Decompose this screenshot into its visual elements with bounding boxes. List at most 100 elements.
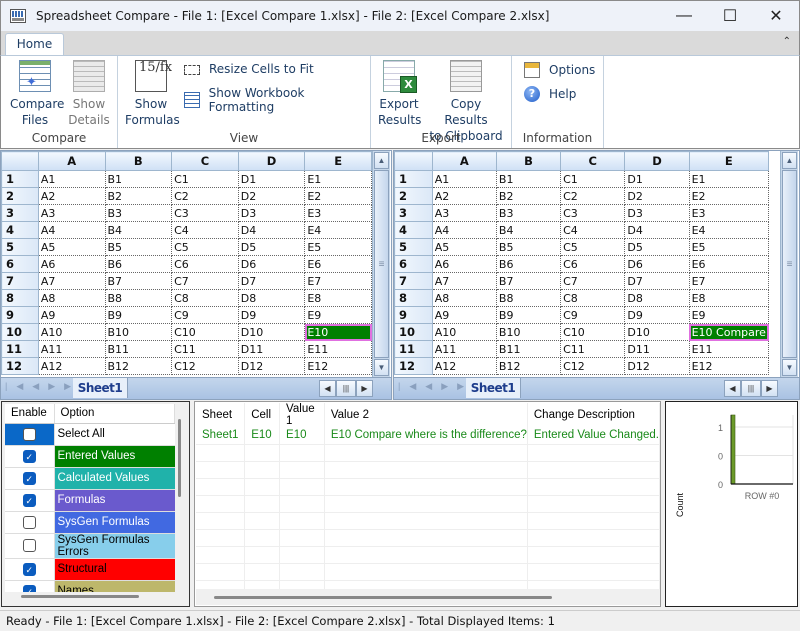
- cell-c2[interactable]: C2: [171, 187, 239, 205]
- cell-b4[interactable]: B4: [104, 221, 173, 239]
- row-header[interactable]: 9: [1, 306, 39, 324]
- cell-a4[interactable]: A4: [37, 221, 106, 239]
- result-cell[interactable]: E10: [244, 427, 281, 445]
- enable-checkbox[interactable]: ✓: [22, 493, 36, 507]
- cell-b7[interactable]: B7: [104, 272, 173, 290]
- row-header[interactable]: 2: [1, 187, 39, 205]
- cell-a9[interactable]: A9: [431, 306, 497, 324]
- row-header[interactable]: 2: [394, 187, 433, 205]
- scroll-down-arrow[interactable]: ▼: [782, 359, 797, 376]
- cell-b3[interactable]: B3: [104, 204, 173, 222]
- enable-cell[interactable]: [5, 423, 55, 446]
- cell-d7[interactable]: D7: [624, 272, 690, 290]
- cell-a6[interactable]: A6: [37, 255, 106, 273]
- cell-e5[interactable]: E5: [304, 238, 372, 256]
- results-header-value2[interactable]: Value 2: [324, 403, 528, 427]
- show-formulas-button[interactable]: 15/fx Show Formulas: [125, 60, 180, 128]
- hscroll-thumb[interactable]: |||: [336, 380, 356, 397]
- cell-b1[interactable]: B1: [104, 170, 173, 188]
- highlighted-diff-cell[interactable]: E10 Compare: [688, 323, 770, 341]
- cell-e7[interactable]: E7: [304, 272, 372, 290]
- row-header[interactable]: 3: [394, 204, 433, 222]
- cell-d7[interactable]: D7: [237, 272, 306, 290]
- cell-c3[interactable]: C3: [171, 204, 239, 222]
- row-header[interactable]: 1: [394, 170, 433, 188]
- result-cell[interactable]: Sheet1: [196, 427, 246, 445]
- row-header[interactable]: 8: [1, 289, 39, 307]
- file2-vertical-scrollbar[interactable]: ▲ ≡ ▼: [780, 151, 798, 378]
- results-header-change-description[interactable]: Change Description: [527, 403, 660, 427]
- row-header[interactable]: 12: [394, 357, 433, 375]
- enable-cell[interactable]: ✓: [5, 580, 55, 592]
- cell-a7[interactable]: A7: [37, 272, 106, 290]
- cell-a8[interactable]: A8: [37, 289, 106, 307]
- grid-corner[interactable]: [1, 151, 39, 171]
- cell-d2[interactable]: D2: [237, 187, 306, 205]
- enable-checkbox[interactable]: ✓: [22, 449, 36, 463]
- options-vertical-scrollbar[interactable]: [178, 419, 181, 497]
- enable-column-header[interactable]: Enable: [5, 404, 55, 424]
- cell-d12[interactable]: D12: [237, 357, 306, 375]
- cell-d8[interactable]: D8: [237, 289, 306, 307]
- cell-a12[interactable]: A12: [431, 357, 497, 375]
- cell-d2[interactable]: D2: [624, 187, 690, 205]
- cell-c4[interactable]: C4: [560, 221, 626, 239]
- cell-b6[interactable]: B6: [495, 255, 562, 273]
- close-button[interactable]: ✕: [753, 1, 799, 31]
- cell-a5[interactable]: A5: [37, 238, 106, 256]
- result-cell[interactable]: E10: [279, 427, 325, 445]
- prev-sheet-icon[interactable]: ◀: [32, 381, 48, 391]
- scroll-left-arrow[interactable]: ◀: [724, 380, 741, 397]
- cell-c11[interactable]: C11: [560, 340, 626, 358]
- compare-files-button[interactable]: Compare Files: [10, 60, 64, 128]
- cell-e7[interactable]: E7: [688, 272, 770, 290]
- cell-a10[interactable]: A10: [431, 323, 497, 341]
- cell-d4[interactable]: D4: [624, 221, 690, 239]
- row-header[interactable]: 1: [1, 170, 39, 188]
- cell-b5[interactable]: B5: [104, 238, 173, 256]
- enable-cell[interactable]: ✓: [5, 467, 55, 490]
- cell-e5[interactable]: E5: [688, 238, 770, 256]
- cell-d3[interactable]: D3: [624, 204, 690, 222]
- cell-d10[interactable]: D10: [624, 323, 690, 341]
- cell-d1[interactable]: D1: [624, 170, 690, 188]
- row-header[interactable]: 4: [394, 221, 433, 239]
- cell-a2[interactable]: A2: [37, 187, 106, 205]
- cell-a7[interactable]: A7: [431, 272, 497, 290]
- cell-c7[interactable]: C7: [171, 272, 239, 290]
- cell-b2[interactable]: B2: [495, 187, 562, 205]
- cell-d5[interactable]: D5: [237, 238, 306, 256]
- cell-e8[interactable]: E8: [688, 289, 770, 307]
- cell-b12[interactable]: B12: [104, 357, 173, 375]
- row-header[interactable]: 12: [1, 357, 39, 375]
- column-header-d[interactable]: D: [237, 151, 306, 171]
- option-row[interactable]: SysGen Formulas Errors: [5, 533, 175, 559]
- row-header[interactable]: 5: [1, 238, 39, 256]
- cell-b8[interactable]: B8: [495, 289, 562, 307]
- options-button[interactable]: Options: [524, 62, 595, 78]
- option-row[interactable]: ✓ Names: [5, 580, 175, 592]
- cell-c8[interactable]: C8: [560, 289, 626, 307]
- row-header[interactable]: 7: [394, 272, 433, 290]
- file1-horizontal-scrollbar[interactable]: ◀ ||| ▶: [319, 380, 373, 397]
- cell-a11[interactable]: A11: [37, 340, 106, 358]
- enable-cell[interactable]: ✓: [5, 489, 55, 512]
- enable-checkbox[interactable]: ✓: [22, 562, 36, 576]
- cell-d6[interactable]: D6: [237, 255, 306, 273]
- highlighted-diff-cell[interactable]: E10: [304, 323, 372, 341]
- result-cell[interactable]: E10 Compare where is the difference?: [324, 427, 528, 445]
- first-sheet-icon[interactable]: |◀: [5, 381, 32, 391]
- cell-b11[interactable]: B11: [104, 340, 173, 358]
- cell-b10[interactable]: B10: [495, 323, 562, 341]
- cell-b8[interactable]: B8: [104, 289, 173, 307]
- scroll-up-arrow[interactable]: ▲: [374, 152, 389, 169]
- cell-b1[interactable]: B1: [495, 170, 562, 188]
- cell-c10[interactable]: C10: [171, 323, 239, 341]
- enable-cell[interactable]: [5, 533, 55, 559]
- cell-e4[interactable]: E4: [688, 221, 770, 239]
- row-header[interactable]: 7: [1, 272, 39, 290]
- cell-b5[interactable]: B5: [495, 238, 562, 256]
- cell-d6[interactable]: D6: [624, 255, 690, 273]
- help-button[interactable]: ? Help: [524, 86, 576, 102]
- cell-c8[interactable]: C8: [171, 289, 239, 307]
